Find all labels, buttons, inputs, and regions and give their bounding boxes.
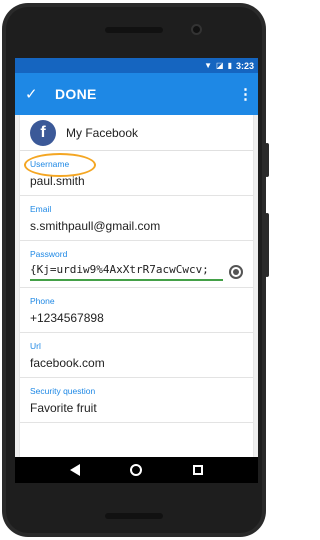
generate-password-icon[interactable] <box>229 265 243 279</box>
volume-button <box>265 143 269 177</box>
email-field[interactable]: Email s.smithpaull@gmail.com <box>20 196 253 241</box>
recent-apps-icon[interactable] <box>192 465 203 475</box>
screen: ▼ ◪ ▮ 3:23 ✓ DONE ⋮ f My Facebook Userna… <box>15 58 258 483</box>
earpiece-speaker <box>105 27 163 33</box>
phone-label: Phone <box>30 296 55 306</box>
url-label: Url <box>30 341 41 351</box>
power-button <box>265 213 269 277</box>
username-field[interactable]: Username paul.smith <box>20 151 253 196</box>
status-bar: ▼ ◪ ▮ 3:23 <box>15 58 258 73</box>
app-bar: ✓ DONE ⋮ <box>15 73 258 115</box>
password-input[interactable]: {Kj=urdiw9%4AxXtrR7acwCwcv; <box>30 263 224 281</box>
bottom-speaker <box>105 513 163 519</box>
phone-frame: ▼ ◪ ▮ 3:23 ✓ DONE ⋮ f My Facebook Userna… <box>2 3 269 537</box>
wifi-icon: ▼ <box>204 61 213 70</box>
phone-value[interactable]: +1234567898 <box>30 306 243 332</box>
security-question-label: Security question <box>30 386 96 396</box>
content-area[interactable]: f My Facebook Username paul.smith Email … <box>15 115 258 457</box>
back-icon[interactable] <box>70 464 81 476</box>
overflow-menu-icon[interactable]: ⋮ <box>238 85 253 103</box>
home-icon[interactable] <box>130 464 143 476</box>
highlight-annotation <box>24 153 96 177</box>
status-time: 3:23 <box>235 60 254 71</box>
entry-header: f My Facebook <box>20 115 253 151</box>
password-field[interactable]: Password {Kj=urdiw9%4AxXtrR7acwCwcv; <box>20 241 253 288</box>
done-button[interactable]: DONE <box>55 86 238 102</box>
front-camera <box>191 24 202 35</box>
entry-card: f My Facebook Username paul.smith Email … <box>20 115 253 457</box>
navigation-bar <box>15 457 258 483</box>
facebook-icon: f <box>30 119 56 146</box>
check-icon[interactable]: ✓ <box>25 85 55 103</box>
email-value[interactable]: s.smithpaull@gmail.com <box>30 214 243 240</box>
password-row: {Kj=urdiw9%4AxXtrR7acwCwcv; <box>30 259 243 287</box>
security-question-field[interactable]: Security question Favorite fruit <box>20 378 253 423</box>
phone-field[interactable]: Phone +1234567898 <box>20 288 253 333</box>
url-field[interactable]: Url facebook.com <box>20 333 253 378</box>
no-signal-icon: ◪ <box>216 61 224 70</box>
entry-title: My Facebook <box>66 125 139 140</box>
password-label: Password <box>30 249 68 259</box>
battery-icon: ▮ <box>227 61 232 70</box>
email-label: Email <box>30 204 52 214</box>
security-question-value[interactable]: Favorite fruit <box>30 396 243 422</box>
url-value[interactable]: facebook.com <box>30 351 243 377</box>
